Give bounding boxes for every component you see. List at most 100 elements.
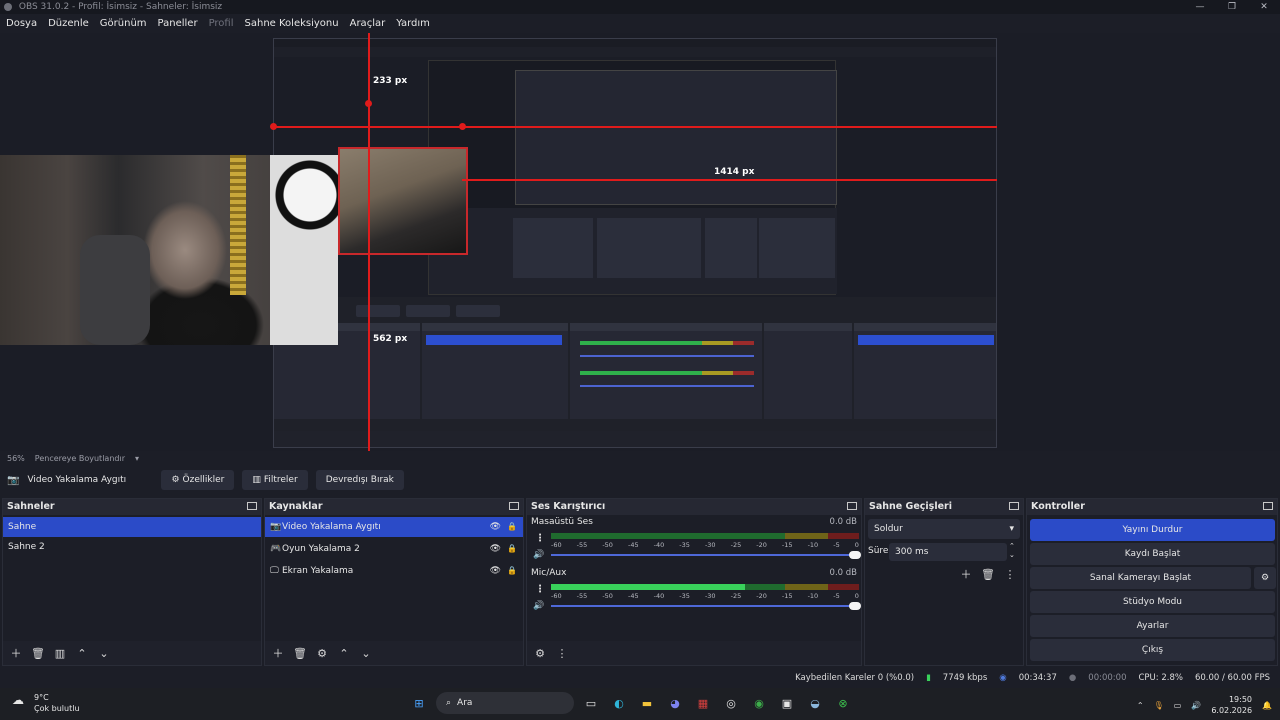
start-virtual-camera-button[interactable]: Sanal Kamerayı Başlat	[1030, 567, 1251, 589]
source-toolbar: 📷 Video Yakalama Aygıtı ⚙ Özellikler ▥ F…	[0, 465, 1280, 495]
source-item[interactable]: 🖵 Ekran Yakalama 👁 🔒	[265, 561, 523, 581]
lock-icon[interactable]: 🔒	[507, 561, 517, 581]
transform-handle[interactable]	[459, 123, 466, 130]
chrome-icon[interactable]: ◉	[748, 692, 770, 714]
network-icon[interactable]: ▭	[1174, 701, 1182, 710]
trash-icon[interactable]: 🗑	[291, 644, 309, 662]
nested-mixer-panel	[570, 323, 762, 419]
spinner-icon[interactable]: ⌃ ⌄	[1009, 542, 1015, 560]
app-icon[interactable]: ◎	[720, 692, 742, 714]
studio-mode-button[interactable]: Stüdyo Modu	[1030, 591, 1275, 613]
undock-icon[interactable]	[1263, 502, 1273, 510]
menu-duzenle[interactable]: Düzenle	[48, 18, 89, 29]
zoom-mode[interactable]: Pencereye Boyutlandır	[35, 454, 125, 463]
speaker-icon[interactable]: 🔊	[533, 550, 544, 560]
trash-icon[interactable]: 🗑	[979, 565, 997, 583]
start-recording-button[interactable]: Kaydı Başlat	[1030, 543, 1275, 565]
transition-select[interactable]: Soldur ▾	[868, 519, 1020, 539]
weather-widget[interactable]: ☁ 9°C Çok bulutlu	[12, 692, 80, 714]
scenes-dock: Sahneler Sahne Sahne 2 ＋ 🗑 ▥ ⌃ ⌄	[2, 498, 262, 666]
lock-icon[interactable]: 🔒	[507, 539, 517, 559]
arrow-up-icon[interactable]: ⌃	[73, 644, 91, 662]
transform-handle[interactable]	[270, 123, 277, 130]
screen-capture-source[interactable]	[273, 38, 997, 448]
taskbar-search[interactable]: ⌕ Ara	[436, 692, 574, 714]
exit-button[interactable]: Çıkış	[1030, 639, 1275, 661]
settings-button[interactable]: Ayarlar	[1030, 615, 1275, 637]
file-explorer-icon[interactable]: ▬	[636, 692, 658, 714]
stop-streaming-button[interactable]: Yayını Durdur	[1030, 519, 1275, 541]
menu-araclar[interactable]: Araçlar	[350, 18, 386, 29]
volume-slider[interactable]	[551, 551, 861, 559]
add-icon[interactable]: ＋	[269, 644, 287, 662]
arrow-down-icon[interactable]: ⌄	[357, 644, 375, 662]
task-view-icon[interactable]: ▭	[580, 692, 602, 714]
transform-handle[interactable]	[365, 100, 372, 107]
chevron-down-icon[interactable]: ▾	[135, 454, 139, 463]
edge-icon[interactable]: ◐	[608, 692, 630, 714]
filters-button[interactable]: ▥ Filtreler	[242, 470, 308, 490]
duration-input[interactable]: 300 ms	[889, 543, 1007, 561]
properties-button[interactable]: ⚙ Özellikler	[161, 470, 235, 490]
scene-preview[interactable]: 233 px 562 px 1414 px	[0, 33, 1280, 451]
add-icon[interactable]: ＋	[957, 565, 975, 583]
maximize-button[interactable]: ❐	[1216, 0, 1248, 14]
notification-icon[interactable]: 🔔	[1262, 701, 1272, 710]
undock-icon[interactable]	[847, 502, 857, 510]
scene-item[interactable]: Sahne	[3, 517, 261, 537]
scene-item[interactable]: Sahne 2	[3, 537, 261, 557]
scenes-title: Sahneler	[7, 501, 55, 512]
kebab-menu-icon[interactable]: ⋮	[553, 644, 571, 662]
volume-icon[interactable]: 🔊	[1191, 701, 1201, 710]
windows-start-icon[interactable]: ⊞	[408, 692, 430, 714]
slider-knob[interactable]	[849, 602, 861, 610]
taskbar-clock[interactable]: 19:50 6.02.2026	[1211, 694, 1252, 716]
epic-games-icon[interactable]: ▣	[776, 692, 798, 714]
steam-icon[interactable]: ◒	[804, 692, 826, 714]
undock-icon[interactable]	[1009, 502, 1019, 510]
arrow-down-icon[interactable]: ⌄	[95, 644, 113, 662]
undock-icon[interactable]	[509, 502, 519, 510]
webcam-video-source[interactable]	[0, 155, 338, 345]
nested-controls-panel	[854, 323, 996, 419]
menu-gorunum[interactable]: Görünüm	[100, 18, 147, 29]
kebab-menu-icon[interactable]: ⋮	[535, 584, 545, 595]
lock-icon[interactable]: 🔒	[507, 517, 517, 537]
gear-icon[interactable]: ⚙	[531, 644, 549, 662]
game-icon[interactable]: ▦	[692, 692, 714, 714]
menu-yardim[interactable]: Yardım	[396, 18, 430, 29]
recursive-docks	[429, 208, 837, 294]
eye-icon[interactable]: 👁	[490, 517, 501, 537]
deactivate-button[interactable]: Devredışı Bırak	[315, 470, 404, 490]
minimize-button[interactable]: —	[1184, 0, 1216, 14]
volume-slider[interactable]	[551, 602, 861, 610]
xbox-icon[interactable]: ⊗	[832, 692, 854, 714]
menu-dosya[interactable]: Dosya	[6, 18, 37, 29]
trash-icon[interactable]: 🗑	[29, 644, 47, 662]
weather-desc: Çok bulutlu	[34, 704, 80, 713]
kebab-menu-icon[interactable]: ⋮	[1001, 565, 1019, 583]
filter-icon[interactable]: ▥	[51, 644, 69, 662]
channel-name: Mic/Aux	[531, 568, 567, 578]
menu-paneller[interactable]: Paneller	[158, 18, 198, 29]
undock-icon[interactable]	[247, 502, 257, 510]
source-item[interactable]: 🎮Oyun Yakalama 2 👁 🔒	[265, 539, 523, 559]
speaker-icon[interactable]: 🔊	[533, 601, 544, 611]
source-item[interactable]: 📷Video Yakalama Aygıtı 👁 🔒	[265, 517, 523, 537]
discord-icon[interactable]: ◕	[664, 692, 686, 714]
menu-sahne-koleksiyonu[interactable]: Sahne Koleksiyonu	[245, 18, 339, 29]
volume-meter	[551, 584, 859, 590]
gear-icon[interactable]: ⚙	[313, 644, 331, 662]
arrow-up-icon[interactable]: ⌃	[335, 644, 353, 662]
volume-meter	[551, 533, 859, 539]
add-icon[interactable]: ＋	[7, 644, 25, 662]
eye-icon[interactable]: 👁	[490, 561, 501, 581]
kebab-menu-icon[interactable]: ⋮	[535, 533, 545, 544]
virtual-camera-settings-button[interactable]: ⚙	[1254, 567, 1276, 589]
close-button[interactable]: ✕	[1248, 0, 1280, 14]
menu-profil[interactable]: Profil	[209, 18, 234, 29]
microphone-icon[interactable]: 🎙	[1154, 701, 1164, 710]
slider-knob[interactable]	[849, 551, 861, 559]
eye-icon[interactable]: 👁	[490, 539, 501, 559]
chevron-up-icon[interactable]: ⌃	[1137, 701, 1144, 710]
